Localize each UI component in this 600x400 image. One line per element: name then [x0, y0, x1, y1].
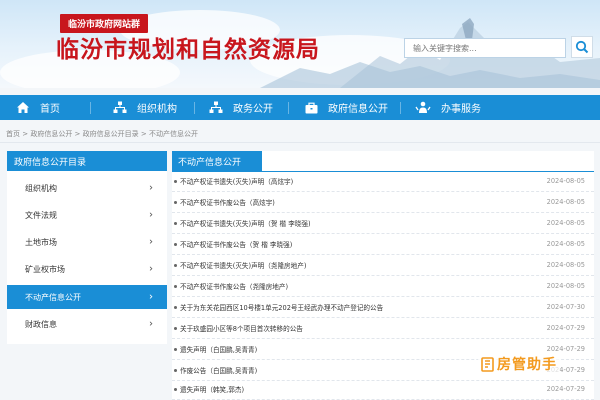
search-icon — [575, 40, 589, 54]
list-item-title[interactable]: 关于玖盛园小区等8个项目首次转移的公告 — [180, 323, 535, 333]
bullet-icon — [174, 305, 177, 309]
bullet-icon — [174, 179, 177, 183]
list-item[interactable]: 遗失声明（韩笑,郭杰) 2024-07-29 — [172, 379, 594, 400]
sidebar-item-label: 财政信息 — [25, 319, 57, 329]
site-title: 临汾市规划和自然资源局 — [56, 36, 320, 63]
nav-item-services[interactable]: 办事服务 — [415, 95, 481, 120]
list-item[interactable]: 关于为东关花园西区10号楼1单元202号王经武办理不动产登记的公告 2024-0… — [172, 297, 594, 318]
list-item-title[interactable]: 遗失声明（韩笑,郭杰) — [180, 384, 535, 394]
sidebar-item-financial-info[interactable]: 财政信息 › — [7, 312, 167, 336]
nav-label: 政府信息公开 — [328, 104, 388, 115]
bullet-icon — [174, 387, 177, 391]
nav-item-home[interactable]: 首页 — [16, 95, 60, 120]
list-item[interactable]: 关于玖盛园小区等8个项目首次转移的公告 2024-07-29 — [172, 318, 594, 339]
content-tab-title: 不动产信息公开 — [172, 151, 262, 172]
sidebar-item-label: 文件法规 — [25, 210, 57, 220]
list-item[interactable]: 不动产权证书遗失(灭失)声明（尧隆房地产) 2024-08-05 — [172, 255, 594, 276]
nav-item-organization[interactable]: 组织机构 — [113, 95, 177, 120]
search-input[interactable] — [413, 43, 565, 53]
nav-item-gov-info-disclosure[interactable]: 政府信息公开 — [305, 95, 388, 120]
list-item-title[interactable]: 不动产权证书作废公告（尧隆房地产) — [180, 281, 535, 291]
main-nav: 首页 组织机构 政务公开 政府信息公开 办事服务 — [0, 95, 600, 120]
nav-divider — [194, 101, 195, 114]
list-item-date: 2024-08-05 — [546, 198, 585, 206]
list-item-date: 2024-08-05 — [546, 282, 585, 290]
sidebar-item-organization[interactable]: 组织机构 › — [7, 176, 167, 200]
list-item-date: 2024-07-29 — [546, 324, 585, 332]
watermark: 房管助手 — [478, 353, 560, 375]
sidebar-item-label: 矿业权市场 — [25, 264, 65, 274]
sidebar-item-mining-rights[interactable]: 矿业权市场 › — [7, 257, 167, 281]
list-item[interactable]: 不动产权证书遗失(灭失)声明（贺 楷 李晓强) 2024-08-05 — [172, 213, 594, 234]
breadcrumb-divider — [0, 142, 600, 143]
sidebar-item-regulations[interactable]: 文件法规 › — [7, 203, 167, 227]
bullet-icon — [174, 326, 177, 330]
sidebar-item-label: 土地市场 — [25, 237, 57, 247]
sidebar-item-label: 组织机构 — [25, 183, 57, 193]
org-chart-icon — [113, 101, 127, 113]
nav-divider — [400, 101, 401, 114]
site-header: 临汾市政府网站群 临汾市规划和自然资源局 — [0, 0, 600, 88]
list-item[interactable]: 不动产权证书作废公告（尧隆房地产) 2024-08-05 — [172, 276, 594, 297]
bullet-icon — [174, 368, 177, 372]
list-item-date: 2024-07-29 — [546, 385, 585, 393]
nav-label: 办事服务 — [441, 104, 481, 115]
nav-divider — [90, 101, 91, 114]
list-item-date: 2024-07-29 — [546, 345, 585, 353]
search-button[interactable] — [571, 36, 593, 58]
chevron-right-icon: › — [149, 263, 153, 275]
sidebar-item-label: 不动产信息公开 — [25, 292, 81, 302]
chevron-right-icon: › — [149, 318, 153, 330]
bullet-icon — [174, 242, 177, 246]
list-item[interactable]: 不动产权证书遗失(灭失)声明（高炫宇) 2024-08-05 — [172, 171, 594, 192]
nav-divider — [288, 101, 289, 114]
list-item-date: 2024-08-05 — [546, 219, 585, 227]
list-item-title[interactable]: 不动产权证书遗失(灭失)声明（尧隆房地产) — [180, 260, 535, 270]
list-item[interactable]: 不动产权证书作废公告（贺 楷 李晓强) 2024-08-05 — [172, 234, 594, 255]
nav-label: 政务公开 — [233, 104, 273, 115]
bullet-icon — [174, 284, 177, 288]
briefcase-icon — [305, 102, 318, 113]
bullet-icon — [174, 221, 177, 225]
list-item-title[interactable]: 不动产权证书遗失(灭失)声明（高炫宇) — [180, 176, 535, 186]
list-item-title[interactable]: 不动产权证书作废公告（贺 楷 李晓强) — [180, 239, 535, 249]
list-item[interactable]: 不动产权证书作废公告（高炫宇) 2024-08-05 — [172, 192, 594, 213]
sidebar-title: 政府信息公开目录 — [7, 151, 167, 171]
list-item-date: 2024-08-05 — [546, 261, 585, 269]
list-item-title[interactable]: 不动产权证书作废公告（高炫宇) — [180, 197, 535, 207]
search-box[interactable] — [404, 38, 566, 58]
bullet-icon — [174, 347, 177, 351]
list-item-date: 2024-08-05 — [546, 177, 585, 185]
list-item-title[interactable]: 不动产权证书遗失(灭失)声明（贺 楷 李晓强) — [180, 218, 535, 228]
list-item-date: 2024-08-05 — [546, 240, 585, 248]
watermark-logo-icon — [481, 356, 494, 372]
sidebar-item-land-market[interactable]: 土地市场 › — [7, 230, 167, 254]
home-icon — [17, 102, 29, 113]
bullet-icon — [174, 263, 177, 267]
watermark-text: 房管助手 — [497, 357, 557, 373]
bullet-icon — [174, 200, 177, 204]
sidebar-item-real-estate-info[interactable]: 不动产信息公开 › — [7, 285, 167, 309]
chevron-right-icon: › — [149, 291, 153, 303]
sidebar: 政府信息公开目录 组织机构 › 文件法规 › 土地市场 › 矿业权市场 › 不动… — [7, 151, 167, 344]
chevron-right-icon: › — [149, 236, 153, 248]
nav-label: 组织机构 — [137, 104, 177, 115]
nav-item-government-affairs[interactable]: 政务公开 — [209, 95, 273, 120]
nav-label: 首页 — [40, 104, 60, 115]
list-item-title[interactable]: 关于为东关花园西区10号楼1单元202号王经武办理不动产登记的公告 — [180, 302, 535, 312]
people-icon — [415, 101, 431, 113]
chevron-right-icon: › — [149, 182, 153, 194]
list-item-date: 2024-07-30 — [546, 303, 585, 311]
chevron-right-icon: › — [149, 209, 153, 221]
breadcrumb[interactable]: 首页 > 政府信息公开 > 政府信息公开目录 > 不动产信息公开 — [6, 129, 198, 139]
network-icon — [209, 101, 223, 113]
